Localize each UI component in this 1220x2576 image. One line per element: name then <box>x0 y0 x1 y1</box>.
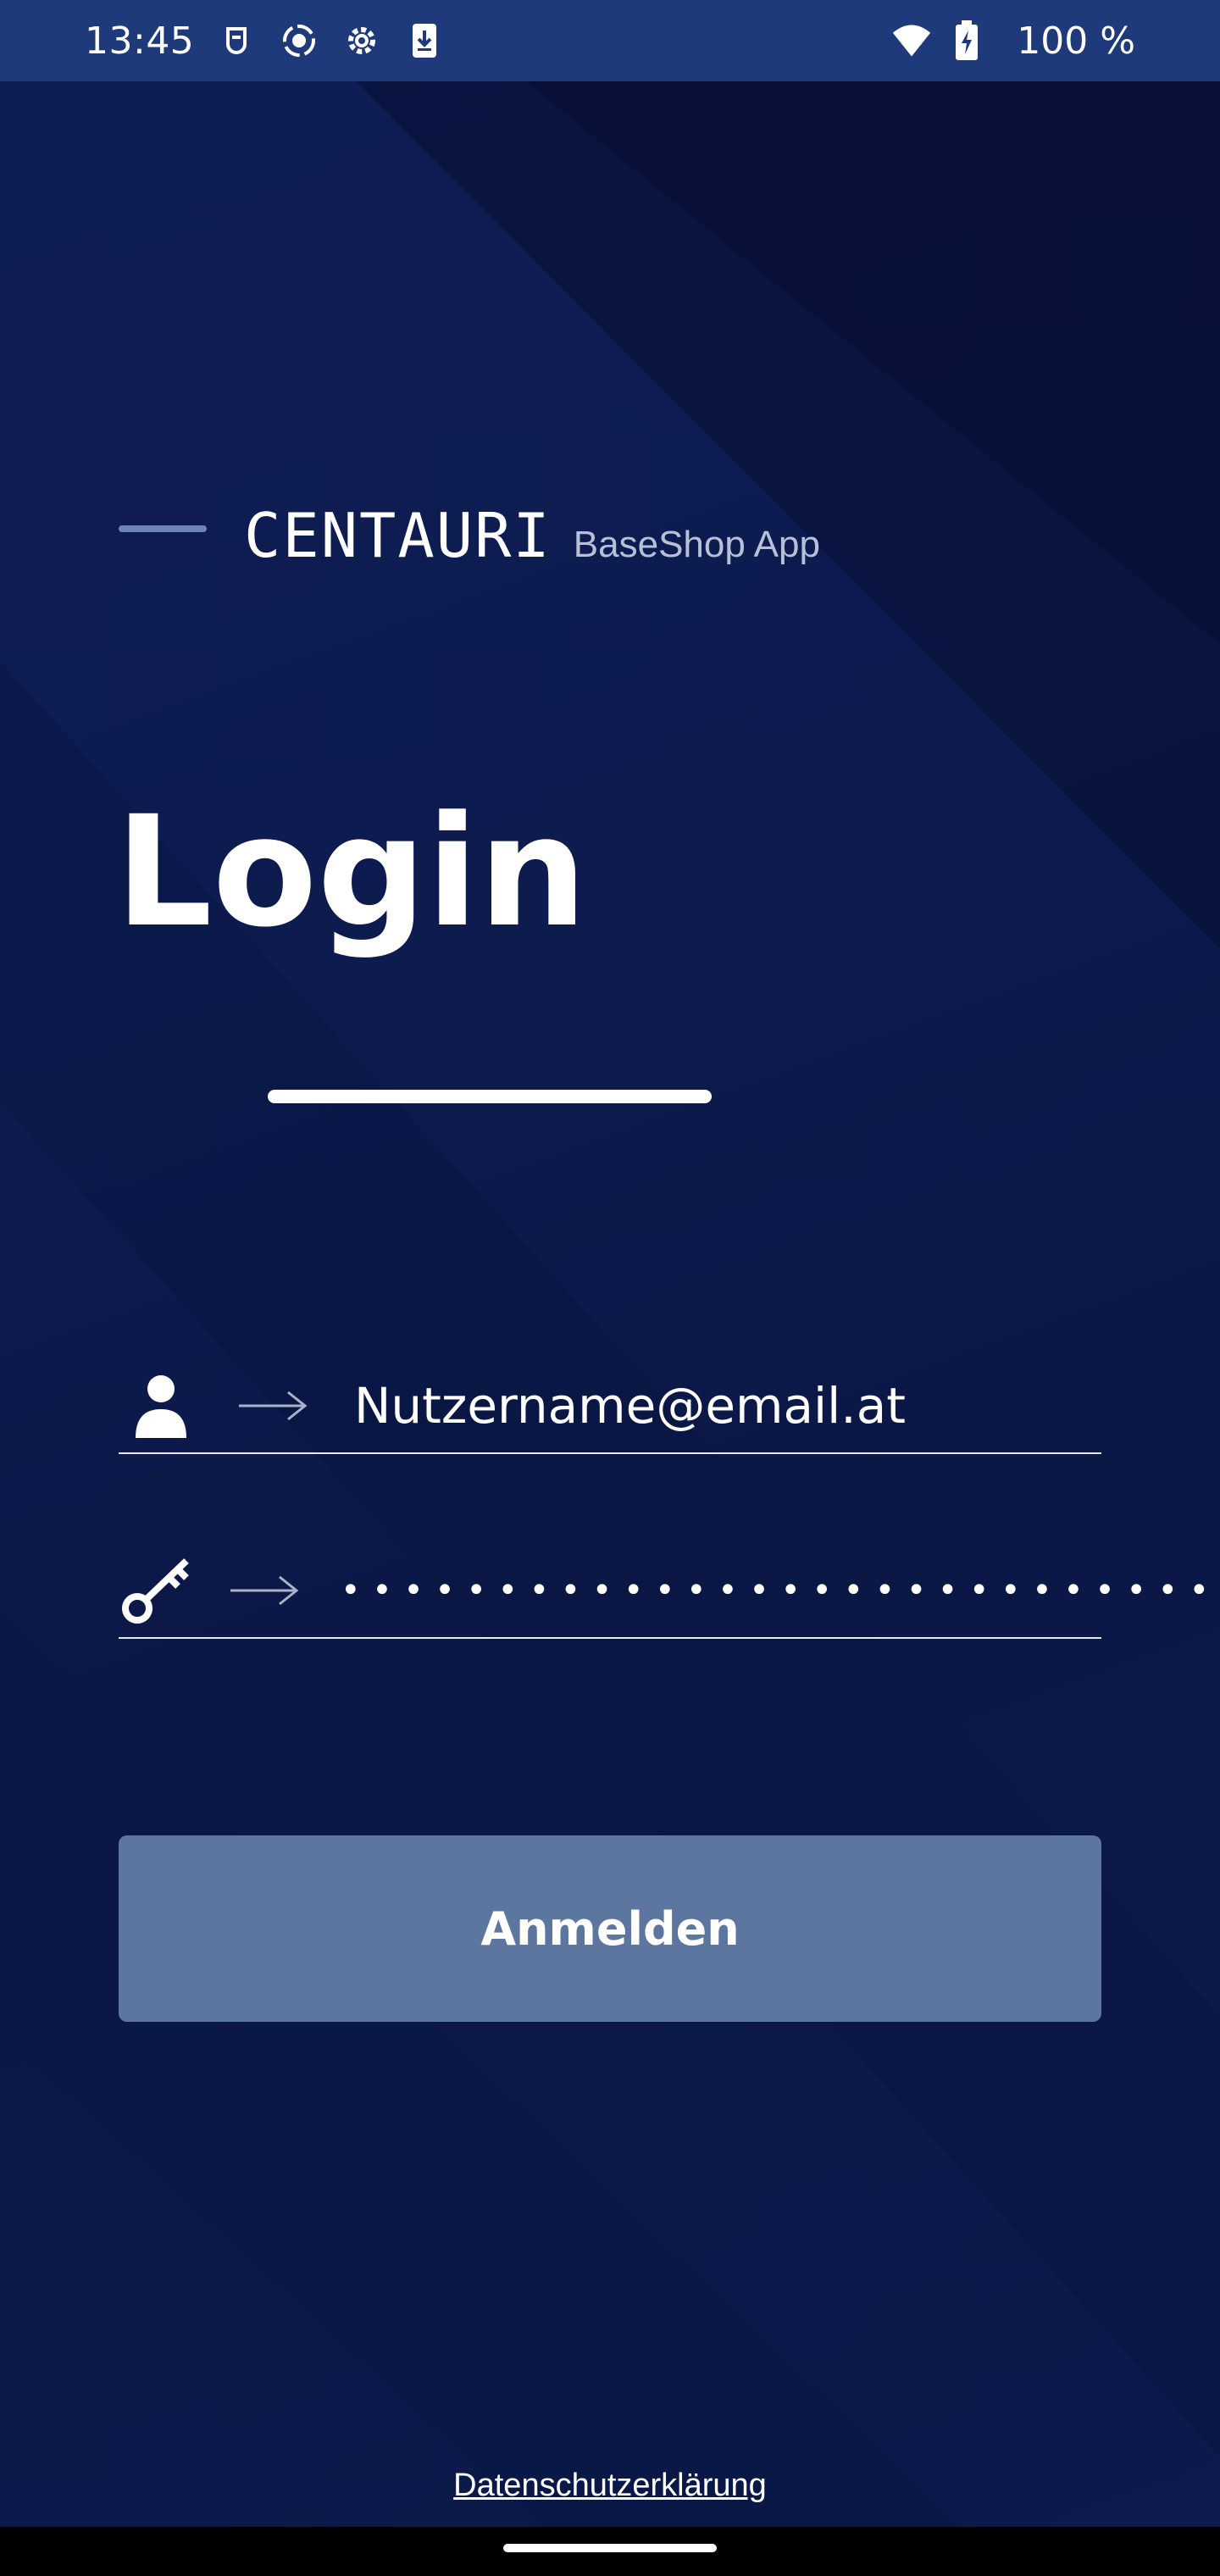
home-gesture-handle[interactable] <box>503 2544 717 2552</box>
status-time: 13:45 <box>85 19 195 63</box>
login-button[interactable]: Anmelden <box>119 1835 1101 2022</box>
title-underline <box>268 1090 712 1103</box>
privacy-policy-link[interactable]: Datenschutzerklärung <box>0 2468 1220 2504</box>
navigation-bar <box>0 2527 1220 2576</box>
username-field[interactable]: Nutzername@email.at <box>119 1359 1101 1454</box>
login-screen: 13:45 100 % CENTAURI BaseShop App Login … <box>0 0 1220 2576</box>
status-left: 13:45 <box>85 19 445 63</box>
user-icon <box>119 1363 203 1448</box>
brand-dash <box>119 525 207 532</box>
password-input[interactable]: •••••••••••••••••••••••••••••• <box>341 1571 1220 1610</box>
page-title: Login <box>115 784 588 961</box>
background-decoration <box>0 0 1220 2576</box>
battery-percentage: 100 % <box>1017 19 1135 63</box>
password-field[interactable]: •••••••••••••••••••••••••••••• <box>119 1544 1220 1639</box>
vpn-shield-icon <box>216 20 257 61</box>
settings-gear-icon <box>341 20 382 61</box>
brand-name: CENTAURI <box>244 500 552 571</box>
download-icon <box>404 20 445 61</box>
brand-header: CENTAURI BaseShop App <box>119 500 820 571</box>
key-icon <box>119 1548 195 1633</box>
battery-charging-icon <box>954 20 995 61</box>
username-input[interactable]: Nutzername@email.at <box>354 1377 906 1435</box>
screen-record-icon <box>279 20 319 61</box>
arrow-right-icon <box>237 1385 313 1427</box>
arrow-right-icon <box>229 1569 300 1612</box>
brand-subtitle: BaseShop App <box>573 524 820 565</box>
wifi-icon <box>891 20 932 61</box>
status-bar: 13:45 100 % <box>0 0 1220 81</box>
status-right: 100 % <box>891 19 1135 63</box>
